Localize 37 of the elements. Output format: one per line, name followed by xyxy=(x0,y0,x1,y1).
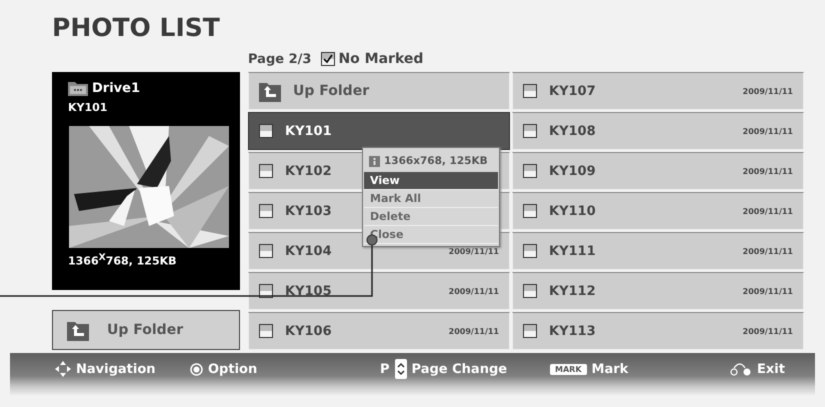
file-name: KY104 xyxy=(285,244,332,258)
file-name: KY113 xyxy=(549,324,596,338)
footer-hint: Option xyxy=(208,362,258,376)
page-indicator: Page 2/3 xyxy=(248,52,312,66)
footer-hint: Navigation xyxy=(76,362,156,376)
footer-hint: Mark xyxy=(592,362,628,376)
key-label: MARK xyxy=(550,364,587,374)
file-name: KY109 xyxy=(549,164,596,178)
preview-file-name: KY101 xyxy=(68,101,108,114)
file-date: 2009/11/11 xyxy=(448,286,499,296)
file-name: KY112 xyxy=(549,284,596,298)
file-date: 2009/11/11 xyxy=(742,206,793,216)
file-name: KY101 xyxy=(285,124,332,138)
file-date: 2009/11/11 xyxy=(448,326,499,336)
file-date: 2009/11/11 xyxy=(742,126,793,136)
menu-image-info: 1366x768, 125KB xyxy=(384,155,488,167)
file-date: 2009/11/11 xyxy=(448,246,499,256)
file-date: 2009/11/11 xyxy=(742,86,793,96)
file-name: KY105 xyxy=(285,284,332,298)
footer-hint: Page Change xyxy=(412,362,508,376)
file-date: 2009/11/11 xyxy=(742,326,793,336)
file-name: KY106 xyxy=(285,324,332,338)
key-label: P xyxy=(380,362,390,376)
footer-hint: Exit xyxy=(757,362,785,376)
file-name: KY107 xyxy=(549,84,596,98)
file-name: KY110 xyxy=(549,204,596,218)
file-date: 2009/11/11 xyxy=(742,166,793,176)
file-date: 2009/11/11 xyxy=(742,246,793,256)
file-name: KY108 xyxy=(549,124,596,138)
file-date: 2009/11/11 xyxy=(742,286,793,296)
screen-title: PHOTO LIST xyxy=(52,12,220,44)
drive-name: Drive1 xyxy=(92,80,140,96)
file-name: KY111 xyxy=(549,244,596,258)
preview-image-info: 1366$^{X}$768, 125KB xyxy=(68,252,177,268)
marked-status: No Marked xyxy=(338,51,424,67)
file-name: KY102 xyxy=(285,164,332,178)
file-name: KY103 xyxy=(285,204,332,218)
